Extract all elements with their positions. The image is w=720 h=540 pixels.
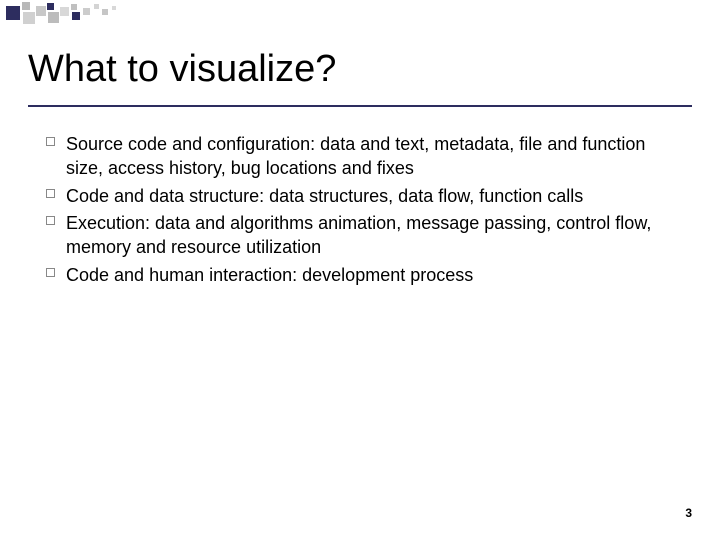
list-item: Code and data structure: data structures…: [66, 185, 680, 209]
square-bullet-icon: [46, 137, 55, 146]
bullet-text: Source code and configuration: data and …: [66, 133, 680, 181]
square-bullet-icon: [46, 216, 55, 225]
bullet-text: Execution: data and algorithms animation…: [66, 212, 680, 260]
list-item: Source code and configuration: data and …: [66, 133, 680, 181]
slide-title: What to visualize?: [28, 48, 692, 91]
list-item: Code and human interaction: development …: [66, 264, 680, 288]
square-bullet-icon: [46, 268, 55, 277]
bullet-text: Code and human interaction: development …: [66, 264, 680, 288]
content-area: Source code and configuration: data and …: [0, 107, 720, 288]
corner-decoration: [0, 0, 130, 30]
square-bullet-icon: [46, 189, 55, 198]
page-number: 3: [685, 506, 692, 520]
list-item: Execution: data and algorithms animation…: [66, 212, 680, 260]
bullet-text: Code and data structure: data structures…: [66, 185, 680, 209]
